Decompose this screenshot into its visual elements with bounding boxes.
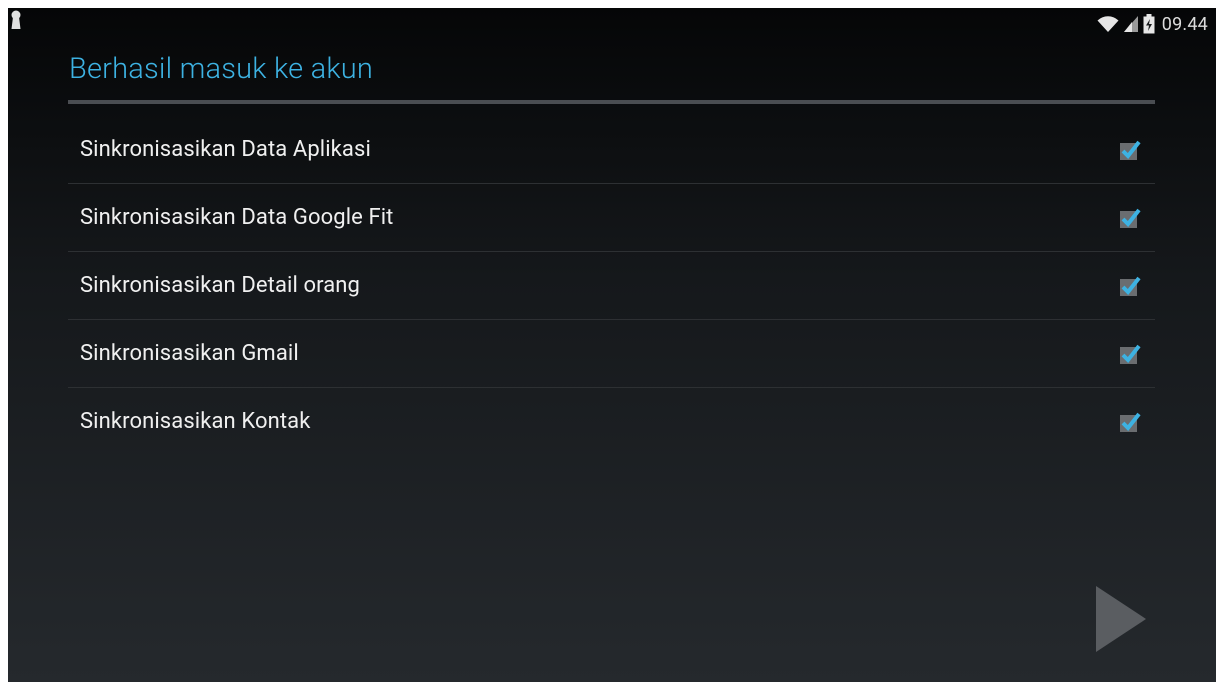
battery-charging-icon (1143, 14, 1155, 34)
sync-list: Sinkronisasikan Data Aplikasi Sinkronisa… (68, 116, 1155, 455)
status-time: 09.44 (1161, 13, 1208, 35)
sync-label: Sinkronisasikan Kontak (80, 409, 311, 434)
sync-row-contacts[interactable]: Sinkronisasikan Kontak (68, 388, 1155, 455)
status-bar: 09.44 (8, 8, 1216, 42)
sync-label: Sinkronisasikan Data Google Fit (80, 205, 394, 230)
sync-label: Sinkronisasikan Detail orang (80, 273, 361, 298)
checkbox-checked-icon[interactable] (1119, 207, 1141, 229)
sync-label: Sinkronisasikan Data Aplikasi (80, 137, 371, 162)
sync-row-people-details[interactable]: Sinkronisasikan Detail orang (68, 252, 1155, 320)
sync-row-google-fit[interactable]: Sinkronisasikan Data Google Fit (68, 184, 1155, 252)
checkbox-checked-icon[interactable] (1119, 411, 1141, 433)
wifi-icon (1097, 16, 1119, 32)
next-arrow-icon[interactable] (1094, 584, 1148, 654)
checkbox-checked-icon[interactable] (1119, 139, 1141, 161)
sync-label: Sinkronisasikan Gmail (80, 341, 299, 366)
page-title: Berhasil masuk ke akun (69, 52, 374, 86)
checkbox-checked-icon[interactable] (1119, 275, 1141, 297)
checkbox-checked-icon[interactable] (1119, 343, 1141, 365)
signal-icon (1123, 16, 1138, 32)
setup-screen: 09.44 Berhasil masuk ke akun Sinkronisas… (8, 8, 1216, 682)
title-divider (68, 100, 1155, 104)
keyhole-icon (11, 10, 21, 29)
status-icons: 09.44 (1097, 13, 1208, 35)
sync-row-app-data[interactable]: Sinkronisasikan Data Aplikasi (68, 116, 1155, 184)
sync-row-gmail[interactable]: Sinkronisasikan Gmail (68, 320, 1155, 388)
